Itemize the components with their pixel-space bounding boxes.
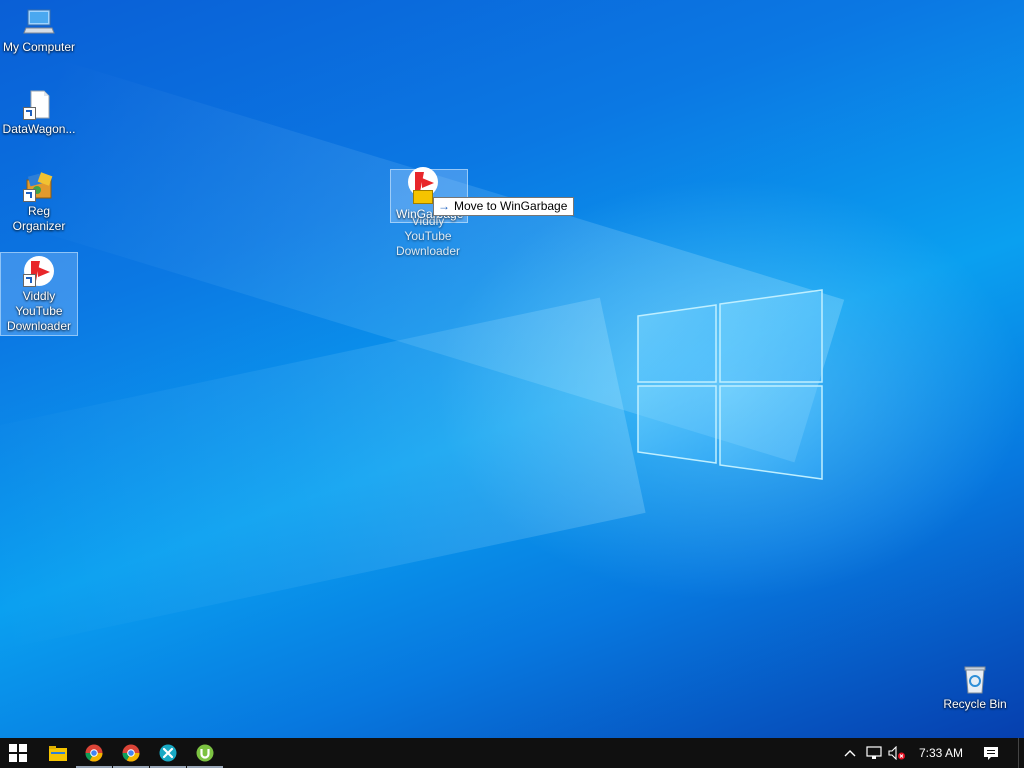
desktop-icon-my-computer[interactable]: My Computer — [1, 6, 77, 55]
taskbar-utorrent[interactable] — [187, 738, 223, 768]
utorrent-icon — [196, 744, 214, 762]
show-desktop-button[interactable] — [1018, 738, 1024, 768]
chrome-icon — [85, 744, 103, 762]
shortcut-arrow-icon — [23, 189, 36, 202]
viddly-icon — [23, 255, 55, 287]
windows-logo-wallpaper — [637, 289, 823, 480]
folder-icon — [49, 746, 67, 761]
taskbar-chrome[interactable] — [76, 738, 112, 768]
taskbar: 7:33 AM — [0, 738, 1024, 768]
clock[interactable]: 7:33 AM — [912, 738, 970, 768]
shortcut-arrow-icon — [23, 107, 36, 120]
desktop-icon-label: Recycle Bin — [943, 697, 1007, 711]
taskbar-app-x[interactable] — [150, 738, 186, 768]
move-arrow-icon: → — [438, 199, 450, 213]
desktop-icon-label: My Computer — [2, 40, 76, 54]
desktop-icon-viddly[interactable]: Viddly YouTube Downloader — [0, 252, 78, 336]
desktop-icon-reg-organizer[interactable]: Reg Organizer — [1, 170, 77, 234]
shortcut-arrow-icon — [23, 274, 36, 287]
action-center-button[interactable] — [978, 738, 1004, 768]
windows-start-icon — [9, 744, 27, 762]
folder-icon — [413, 190, 433, 204]
network-tray-button[interactable] — [862, 738, 886, 768]
drag-tooltip: → Move to WinGarbage — [433, 197, 575, 216]
start-button[interactable] — [0, 738, 36, 768]
notification-icon — [984, 746, 998, 760]
reg-organizer-icon — [23, 170, 55, 202]
drag-tooltip-text: Move to WinGarbage — [454, 199, 568, 213]
desktop-icon-recycle-bin[interactable]: Recycle Bin — [937, 663, 1013, 712]
desktop-icon-datawagon[interactable]: DataWagon... — [1, 88, 77, 137]
recycle-bin-icon — [959, 663, 991, 695]
light-beam — [0, 297, 646, 650]
app-x-icon — [159, 744, 177, 762]
volume-tray-button[interactable] — [886, 738, 908, 768]
desktop-icon-label: Viddly YouTube Downloader — [6, 289, 72, 333]
taskbar-file-explorer[interactable] — [40, 738, 76, 768]
taskbar-chrome-alt[interactable] — [113, 738, 149, 768]
desktop[interactable]: My Computer DataWagon... Reg Organizer V… — [0, 0, 1024, 738]
computer-icon — [23, 6, 55, 38]
desktop-icon-label: Reg Organizer — [12, 204, 66, 233]
chrome-icon — [122, 744, 140, 762]
desktop-icon-label: DataWagon... — [2, 122, 76, 136]
show-hidden-icons-button[interactable] — [840, 738, 860, 768]
volume-muted-icon — [888, 746, 905, 760]
document-icon — [23, 88, 55, 120]
network-icon — [866, 746, 882, 759]
chevron-up-icon — [844, 750, 856, 757]
